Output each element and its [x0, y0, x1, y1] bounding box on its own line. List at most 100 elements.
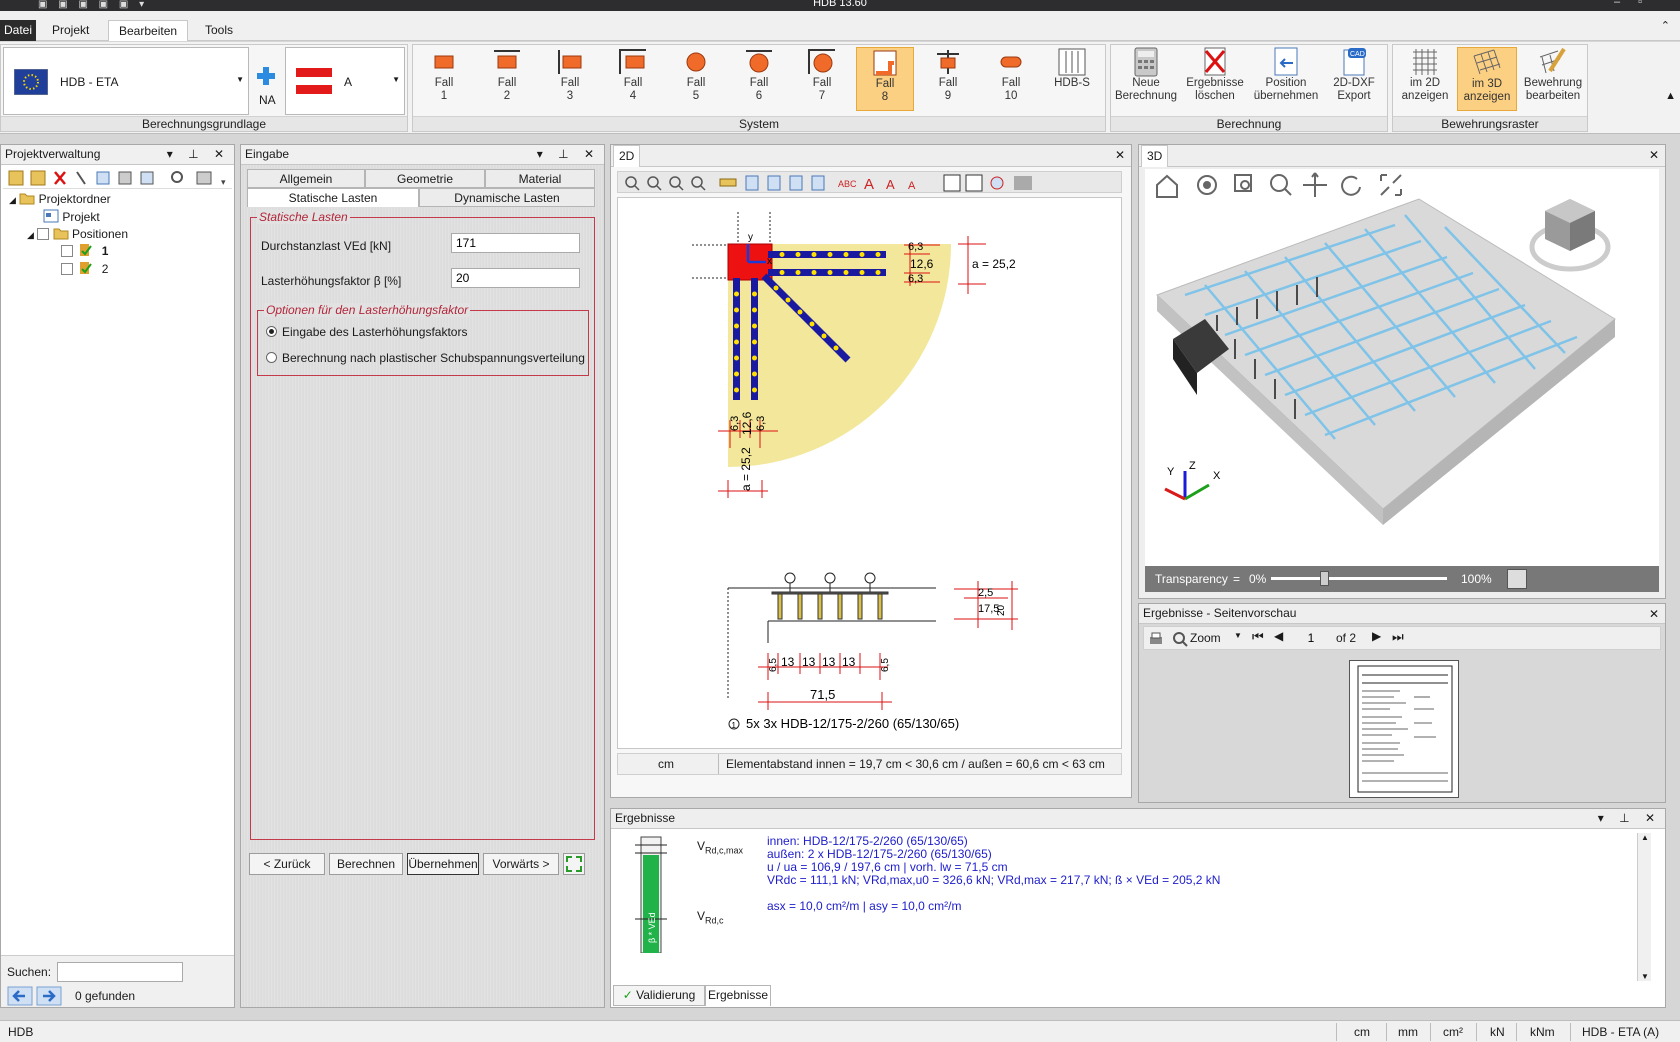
- option-plastisch[interactable]: Berechnung nach plastischer Schubspannun…: [266, 351, 586, 365]
- ergebnisse-loeschen-button[interactable]: Ergebnisse löschen: [1181, 47, 1249, 111]
- forward-button[interactable]: Vorwärts >: [483, 853, 559, 875]
- factor-label: Lasterhöhungsfaktor β [%]: [261, 274, 402, 288]
- results-scrollbar[interactable]: ▲ ▼: [1637, 833, 1651, 981]
- drawing-canvas[interactable]: y x 6,3 12,6 6,3 a = 25,2 6,3 12,6 6,3 a…: [617, 197, 1122, 749]
- load-input[interactable]: [451, 233, 580, 253]
- option-eingabe[interactable]: Eingabe des Lasterhöhungsfaktors: [266, 325, 467, 339]
- im-2d-anzeigen-button[interactable]: im 2D anzeigen: [1395, 47, 1455, 111]
- view-2d-toolbar[interactable]: ABC A A A: [617, 171, 1122, 193]
- menu-file[interactable]: Datei: [0, 20, 37, 41]
- fall-10-button[interactable]: Fall 10: [982, 47, 1040, 111]
- fall-6-button[interactable]: Fall 6: [730, 47, 788, 111]
- im-3d-anzeigen-button[interactable]: im 3D anzeigen: [1457, 47, 1517, 111]
- unit-knm[interactable]: kNm: [1530, 1025, 1555, 1039]
- tab-material[interactable]: Material: [485, 169, 595, 188]
- panel-controls[interactable]: ▾ ⊥ ✕: [537, 147, 600, 161]
- tree-positions[interactable]: ◢ Positionen: [27, 226, 128, 241]
- tab-2d[interactable]: 2D: [613, 145, 641, 167]
- transparency-slider[interactable]: [1271, 571, 1447, 586]
- tree-root[interactable]: ◢ Projektordner: [9, 191, 111, 206]
- menu-tab-bearbeiten[interactable]: Bearbeiten: [108, 20, 189, 41]
- zoom-label[interactable]: Zoom: [1190, 631, 1221, 645]
- tab-validierung[interactable]: ✓ Validierung: [613, 985, 705, 1006]
- group-label: Bewehrungsraster: [1393, 116, 1587, 131]
- fall-5-button[interactable]: Fall 5: [667, 47, 725, 111]
- ribbon-collapse-icon[interactable]: ⌃: [1661, 19, 1670, 32]
- unit-kn[interactable]: kN: [1490, 1025, 1505, 1039]
- slider-thumb[interactable]: [1320, 571, 1329, 586]
- calculate-button[interactable]: Berechnen: [329, 853, 403, 875]
- dim-6-3-top: 6,3: [908, 241, 923, 253]
- tab-3d[interactable]: 3D: [1141, 145, 1169, 167]
- expand-icon[interactable]: [563, 853, 585, 875]
- view-2d-panel: 2D ✕ ABC A A A y x 6,3 12,6 6,3 a = 25,2…: [610, 144, 1132, 798]
- tab-ergebnisse[interactable]: Ergebnisse: [705, 985, 771, 1006]
- search-input[interactable]: [57, 962, 183, 982]
- dxf-export-button[interactable]: CAD 2D-DXF Export: [1321, 47, 1387, 111]
- window-title: HDB 13.60: [813, 0, 867, 9]
- back-button[interactable]: < Zurück: [249, 853, 325, 875]
- tree-position-2[interactable]: 2: [61, 261, 108, 276]
- fall-2-button[interactable]: Fall 2: [478, 47, 536, 111]
- results-text: innen: HDB-12/175-2/260 (65/130/65) auße…: [767, 835, 1220, 913]
- close-icon[interactable]: ✕: [1115, 148, 1125, 162]
- fall-8-button[interactable]: Fall 8: [856, 47, 914, 111]
- hdb-s-button[interactable]: HDB-S: [1043, 47, 1101, 111]
- project-panel: Projektverwaltung ▾ ⊥ ✕ ▾ ◢ Projektordne…: [0, 144, 235, 1008]
- print-icon[interactable]: [1148, 631, 1164, 647]
- tree-project[interactable]: Projekt: [43, 209, 100, 224]
- prev-page-icon[interactable]: ◀: [1274, 629, 1283, 643]
- close-icon[interactable]: ✕: [1649, 148, 1659, 162]
- panel-controls[interactable]: ▾ ⊥ ✕: [1598, 811, 1661, 825]
- add-na-icon[interactable]: [255, 65, 279, 89]
- scroll-up-icon[interactable]: ▲: [1665, 90, 1676, 102]
- project-icon: [43, 209, 59, 223]
- panel-controls[interactable]: ▾ ⊥ ✕: [167, 147, 230, 161]
- next-page-icon[interactable]: ▶: [1372, 629, 1381, 643]
- page-thumbnail[interactable]: [1349, 660, 1459, 798]
- row-dim-6-5-left: 6,5: [768, 658, 779, 672]
- menu-tab-projekt[interactable]: Projekt: [42, 20, 99, 41]
- first-page-icon[interactable]: ⏮: [1252, 629, 1264, 645]
- close-icon[interactable]: ✕: [1649, 607, 1659, 621]
- fall-4-button[interactable]: Fall 4: [604, 47, 662, 111]
- position-uebernehmen-button[interactable]: Position übernehmen: [1251, 47, 1321, 111]
- norm-combo[interactable]: HDB - ETA ▼: [3, 47, 249, 115]
- country-combo[interactable]: A ▼: [285, 47, 405, 115]
- zoom-icon[interactable]: [1172, 631, 1188, 647]
- panel-header: Ergebnisse - Seitenvorschau ✕: [1139, 604, 1665, 624]
- positions-checkbox[interactable]: [37, 228, 50, 240]
- position-checkbox[interactable]: [61, 245, 73, 257]
- fall-3-button[interactable]: Fall 3: [541, 47, 599, 111]
- fall-7-button[interactable]: Fall 7: [793, 47, 851, 111]
- tab-statische-lasten[interactable]: Statische Lasten: [247, 188, 419, 207]
- status-bar: HDB cm mm cm² kN kNm HDB - ETA (A): [0, 1020, 1680, 1042]
- factor-input[interactable]: [451, 268, 580, 288]
- page-input[interactable]: [1294, 628, 1328, 648]
- tree-position-1[interactable]: 1: [61, 243, 108, 258]
- chevron-down-icon[interactable]: ▼: [1234, 631, 1242, 640]
- apply-button[interactable]: Übernehmen: [407, 853, 479, 875]
- neue-berechnung-button[interactable]: Neue Berechnung: [1113, 47, 1179, 111]
- view-3d-canvas[interactable]: Y Z X: [1145, 169, 1659, 566]
- fall-5-icon: [667, 47, 725, 77]
- group-berechnungsgrundlage: HDB - ETA ▼ NA A ▼ Berechnungsgrundlage: [0, 44, 408, 132]
- tab-dynamische-lasten[interactable]: Dynamische Lasten: [419, 188, 595, 207]
- fall-6-icon: [730, 47, 788, 77]
- tab-geometrie[interactable]: Geometrie: [365, 169, 485, 188]
- search-nav-icons[interactable]: [7, 986, 63, 1006]
- position-checkbox[interactable]: [61, 263, 73, 275]
- fall-1-button[interactable]: Fall 1: [415, 47, 473, 111]
- unit-cm[interactable]: cm: [1354, 1025, 1370, 1039]
- window-controls[interactable]: –▫: [1614, 0, 1660, 8]
- settings-icon[interactable]: [1507, 569, 1527, 589]
- bewehrung-bearbeiten-button[interactable]: Bewehrung bearbeiten: [1519, 47, 1587, 111]
- unit-cm2[interactable]: cm²: [1443, 1025, 1463, 1039]
- last-page-icon[interactable]: ⏭: [1392, 629, 1404, 645]
- menu-tab-tools[interactable]: Tools: [195, 20, 243, 41]
- radio-off-icon: [266, 352, 277, 363]
- fall-9-button[interactable]: Fall 9: [919, 47, 977, 111]
- search-area: Suchen: 0 gefunden: [1, 955, 234, 1007]
- tab-allgemein[interactable]: Allgemein: [247, 169, 365, 188]
- unit-mm[interactable]: mm: [1398, 1025, 1418, 1039]
